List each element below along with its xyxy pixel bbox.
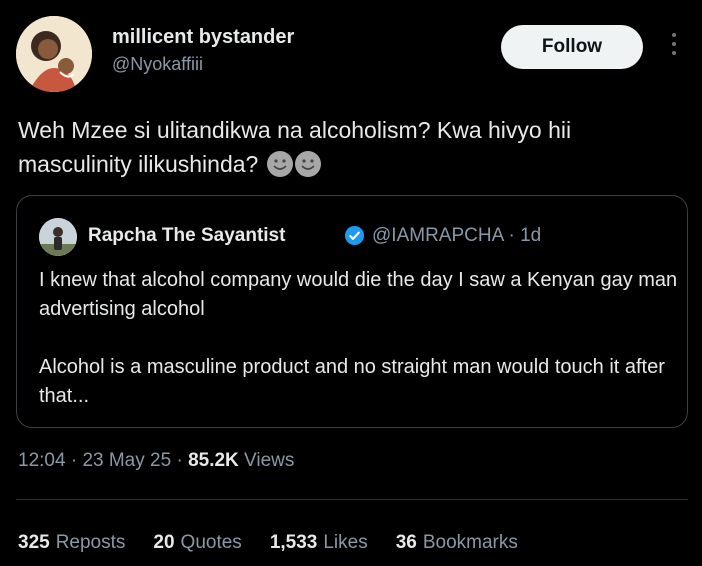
quote-text: I knew that alcohol company would die th…	[39, 269, 678, 407]
cartoon-avatar-icon	[16, 16, 92, 92]
person-avatar-icon	[39, 218, 77, 256]
reposts-count: 325	[18, 532, 50, 553]
quote-avatar[interactable]	[39, 218, 77, 256]
author-avatar[interactable]	[16, 16, 92, 92]
quoted-tweet[interactable]: Rapcha The Sayantist @IAMRAPCHA · 1d I k…	[16, 195, 688, 428]
separator-dot: ·	[70, 450, 83, 471]
more-options-icon[interactable]	[664, 33, 684, 63]
tweet-info: 12:04 · 23 May 25 · 85.2K Views	[18, 450, 294, 472]
tweet-date[interactable]: 23 May 25	[82, 450, 171, 471]
grinning-face-icon	[294, 151, 321, 177]
bookmarks-label: Bookmarks	[422, 532, 518, 553]
likes-stat[interactable]: 1,533 Likes	[270, 532, 368, 554]
bookmarks-stat[interactable]: 36 Bookmarks	[396, 532, 518, 554]
divider	[16, 499, 688, 500]
tweet-body: Weh Mzee si ulitandikwa na alcoholism? K…	[18, 113, 678, 181]
quotes-stat[interactable]: 20 Quotes	[153, 532, 241, 554]
author-name[interactable]: millicent bystander	[112, 26, 294, 49]
quote-author-name[interactable]: Rapcha The Sayantist	[88, 225, 285, 247]
bookmarks-count: 36	[395, 532, 417, 553]
verified-badge-icon	[344, 225, 365, 246]
author-handle[interactable]: @Nyokaffiii	[112, 54, 203, 75]
separator-dot: ·	[176, 450, 189, 471]
reposts-label: Reposts	[55, 532, 126, 553]
grinning-face-icon	[266, 151, 293, 177]
views-label: Views	[244, 450, 295, 471]
tweet-time[interactable]: 12:04	[18, 450, 66, 471]
likes-count: 1,533	[269, 532, 318, 553]
quotes-count: 20	[153, 532, 175, 553]
engagement-stats: 325 Reposts 20 Quotes 1,533 Likes 36 Bookmar…	[18, 532, 546, 554]
follow-button[interactable]: Follow	[501, 25, 643, 69]
reposts-stat[interactable]: 325 Reposts	[18, 532, 125, 554]
quote-handle-time: @IAMRAPCHA · 1d	[372, 225, 542, 246]
likes-label: Likes	[323, 532, 368, 553]
views-count: 85.2K	[188, 450, 239, 471]
quotes-label: Quotes	[180, 532, 242, 553]
